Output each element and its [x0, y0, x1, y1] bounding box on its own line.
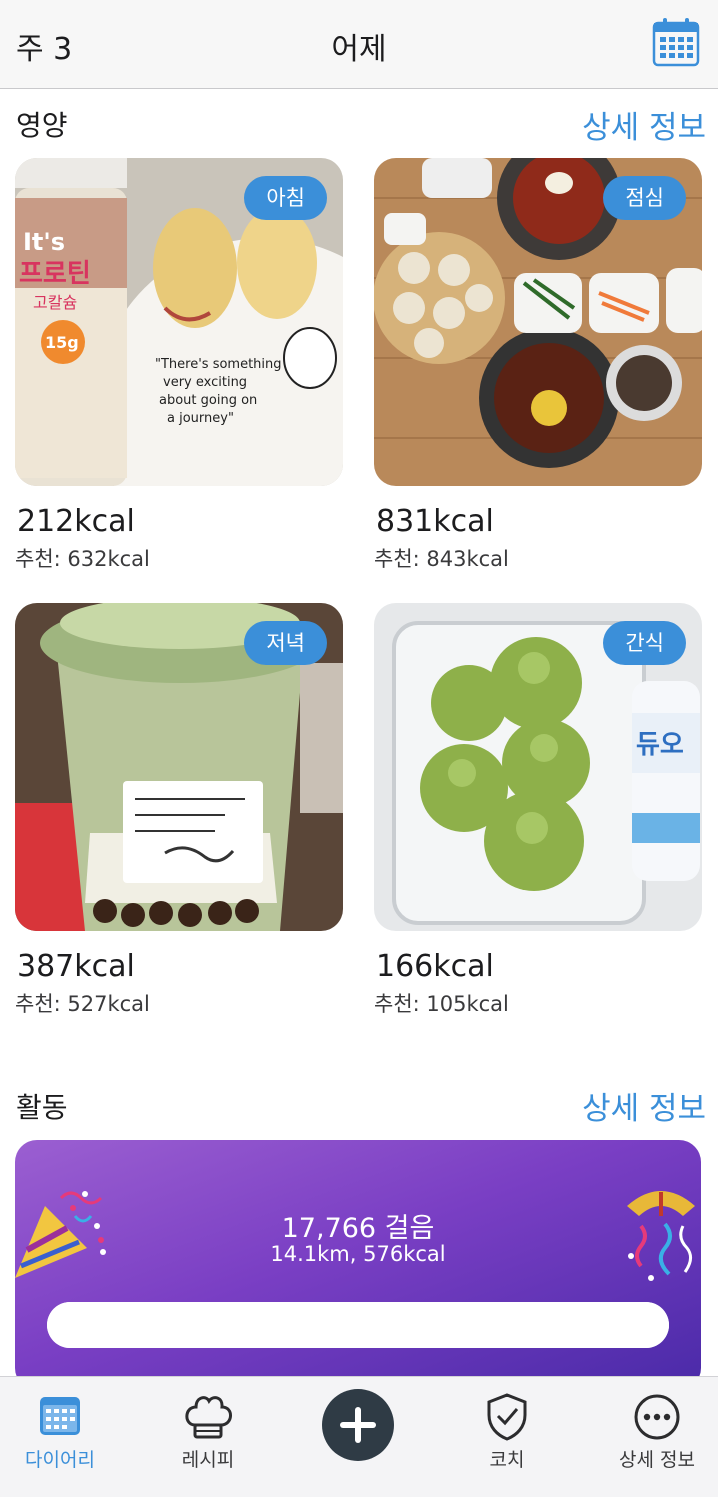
meal-badge: 저녁	[244, 621, 327, 665]
top-bar: 주 3 어제	[0, 0, 718, 89]
plus-icon	[340, 1407, 376, 1443]
meal-recommended: 추천: 632kcal	[15, 547, 150, 571]
svg-text:very exciting: very exciting	[163, 375, 247, 390]
nutrition-section-title: 영양	[16, 109, 68, 142]
shield-check-icon	[477, 1391, 537, 1443]
activity-section-title: 활동	[16, 1091, 68, 1124]
steps-progress-fill	[47, 1302, 669, 1348]
meal-badge: 간식	[603, 621, 686, 665]
meal-recommended: 추천: 527kcal	[15, 992, 150, 1016]
tab-label: 상세 정보	[619, 1449, 695, 1471]
meal-recommended: 추천: 843kcal	[374, 547, 509, 571]
tab-coach[interactable]: 코치	[447, 1377, 567, 1497]
meal-photo[interactable]: 저녁	[15, 603, 343, 931]
svg-text:"There's something: "There's something	[155, 357, 282, 372]
add-entry-button[interactable]	[322, 1389, 394, 1461]
page-title: 어제	[331, 32, 387, 67]
svg-text:듀오: 듀오	[636, 730, 684, 760]
svg-text:15g: 15g	[45, 333, 79, 352]
tab-recipes[interactable]: 레시피	[148, 1377, 268, 1497]
svg-text:about going on: about going on	[159, 393, 257, 408]
steps-count: 17,766 걸음	[281, 1213, 435, 1244]
meal-kcal: 166kcal	[376, 949, 494, 984]
meal-kcal: 831kcal	[376, 504, 494, 539]
meal-kcal: 387kcal	[17, 949, 135, 984]
nutrition-details-link[interactable]: 상세 정보	[582, 102, 706, 147]
meal-photo[interactable]: 듀오 간식	[374, 603, 702, 931]
meal-badge: 점심	[603, 176, 686, 220]
meal-kcal: 212kcal	[17, 504, 135, 539]
activity-details-link[interactable]: 상세 정보	[582, 1083, 706, 1128]
svg-text:고칼슘: 고칼슘	[33, 293, 77, 312]
activity-card[interactable]: 17,766 걸음 14.1km, 576kcal	[15, 1140, 701, 1390]
meal-photo[interactable]: 점심	[374, 158, 702, 486]
steps-progress-bar	[47, 1302, 669, 1348]
tab-diary[interactable]: 다이어리	[0, 1377, 120, 1497]
meal-photo[interactable]: "There's something very exciting about g…	[15, 158, 343, 486]
calendar-icon[interactable]	[652, 17, 700, 67]
meal-badge: 아침	[244, 176, 327, 220]
tab-label: 다이어리	[25, 1449, 95, 1471]
svg-text:a journey": a journey"	[167, 411, 234, 426]
svg-text:프로틴: 프로틴	[19, 259, 91, 289]
tab-label: 코치	[489, 1449, 525, 1471]
chef-hat-icon	[178, 1391, 238, 1443]
calendar-icon	[30, 1391, 90, 1443]
tab-label: 레시피	[181, 1449, 235, 1471]
distance-kcal: 14.1km, 576kcal	[270, 1242, 446, 1266]
tab-bar: 다이어리 레시피 코치 상세 정보	[0, 1376, 718, 1497]
more-icon	[627, 1391, 687, 1443]
svg-text:It's: It's	[23, 228, 65, 256]
meal-recommended: 추천: 105kcal	[374, 992, 509, 1016]
tab-more[interactable]: 상세 정보	[597, 1377, 717, 1497]
